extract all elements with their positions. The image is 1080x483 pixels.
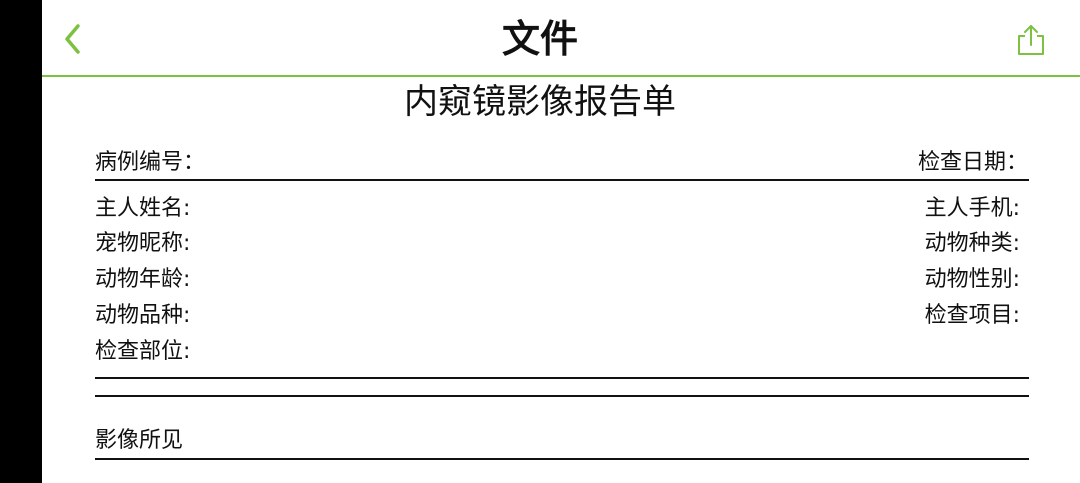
case-number-label: 病例编号： [95, 150, 206, 175]
report-title: 内窥镜影像报告单 [404, 82, 676, 122]
exam-site-label: 检查部位: [95, 339, 191, 364]
imaging-findings-label: 影像所见 [95, 428, 184, 453]
header-divider [95, 179, 1029, 181]
nav-divider [42, 75, 1080, 77]
info-divider-bottom [95, 395, 1029, 397]
breed-label: 动物品种: [95, 303, 191, 328]
age-label: 动物年龄: [95, 267, 191, 292]
owner-name-label: 主人姓名: [95, 196, 191, 221]
sex-label: 动物性别: [924, 267, 1020, 292]
share-button[interactable] [1012, 22, 1050, 58]
exam-date-label: 检查日期： [917, 150, 1028, 175]
species-label: 动物种类: [924, 231, 1020, 256]
left-edge-bar [0, 0, 42, 483]
owner-phone-label: 主人手机: [924, 196, 1020, 221]
pet-name-label: 宠物昵称: [95, 231, 191, 256]
page-title: 文件 [501, 17, 578, 61]
exam-item-label: 检查项目: [924, 303, 1020, 328]
findings-divider [95, 458, 1029, 460]
share-icon [1018, 25, 1044, 55]
info-divider-top [95, 377, 1029, 379]
